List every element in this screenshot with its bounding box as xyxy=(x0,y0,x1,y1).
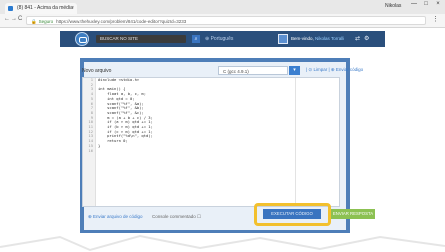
url-field[interactable]: 🔒 Seguro https://www.thehuxley.com/problem… xyxy=(26,16,426,25)
logo-icon[interactable] xyxy=(75,32,89,46)
upload-code-link[interactable]: ⊕ Enviar arquivo de código xyxy=(88,214,143,220)
minimize-icon[interactable]: — xyxy=(408,1,420,7)
reload-icon[interactable]: C xyxy=(18,16,22,22)
share-icon[interactable]: ⇄ xyxy=(355,35,360,42)
clear-submit-links[interactable]: | ⊙ Limpar | ⊕ Enviar código xyxy=(306,67,363,73)
submit-answer-button[interactable]: ENVIAR RESPOSTA xyxy=(331,209,375,219)
avatar[interactable] xyxy=(278,34,288,44)
search-input[interactable]: BUSCAR NO SITE xyxy=(96,35,186,43)
welcome-label: Bem-vindo, xyxy=(291,36,314,41)
browser-user-label[interactable]: Nikolas xyxy=(385,3,401,9)
close-window-icon[interactable]: × xyxy=(432,1,444,7)
line-number: 16 xyxy=(88,147,93,153)
chevron-down-icon[interactable]: ▾ xyxy=(289,66,300,75)
url-text: https://www.thehuxley.com/problem/841/co… xyxy=(56,19,187,24)
maximize-icon[interactable]: □ xyxy=(420,1,432,7)
background-watermark xyxy=(0,234,445,252)
highlight-box xyxy=(254,203,331,226)
tab-title: (8) 841 - Acima da média xyxy=(17,5,73,11)
code-line[interactable] xyxy=(98,149,153,154)
settings-icon[interactable]: ⚙ xyxy=(364,35,369,42)
tab-close-icon[interactable]: × xyxy=(71,3,74,14)
forward-arrow-icon[interactable]: → xyxy=(11,16,17,22)
browser-menu-icon[interactable]: ⋮ xyxy=(432,15,439,23)
welcome-text: Bem-vindo, Nikolas Torralli xyxy=(291,36,344,41)
back-arrow-icon[interactable]: ← xyxy=(4,16,10,22)
user-name-link[interactable]: Nikolas Torralli xyxy=(315,36,344,41)
browser-tab[interactable]: (8) 841 - Acima da média × xyxy=(5,3,77,14)
language-select[interactable]: C (gcc 4.9.1) xyxy=(218,66,288,75)
line-number-gutter: 1 2 3 4 5 6 7 8 9 10 11 12 13 14 15 16 xyxy=(83,77,96,206)
print-margin xyxy=(295,78,296,206)
browser-tab-bar: (8) 841 - Acima da média × Nikolas — □ × xyxy=(0,0,445,14)
code-editor[interactable]: 1 2 3 4 5 6 7 8 9 10 11 12 13 14 15 16 #include <stdio.… xyxy=(82,77,340,207)
commit-checkbox-label[interactable]: Console commentado ☐ xyxy=(152,214,201,220)
address-bar: ← → C 🔒 Seguro https://www.thehuxley.com/p… xyxy=(0,14,445,28)
new-file-label: Novo arquivo xyxy=(82,68,112,74)
search-icon[interactable]: ⌕ xyxy=(192,35,200,43)
lock-icon: 🔒 xyxy=(31,19,37,24)
secure-label: Seguro xyxy=(38,19,54,24)
language-selector[interactable]: ⊕ Português xyxy=(205,35,233,43)
favicon-icon xyxy=(8,6,13,11)
code-text[interactable]: #include <stdio.h> int main() { float a,… xyxy=(98,77,153,154)
